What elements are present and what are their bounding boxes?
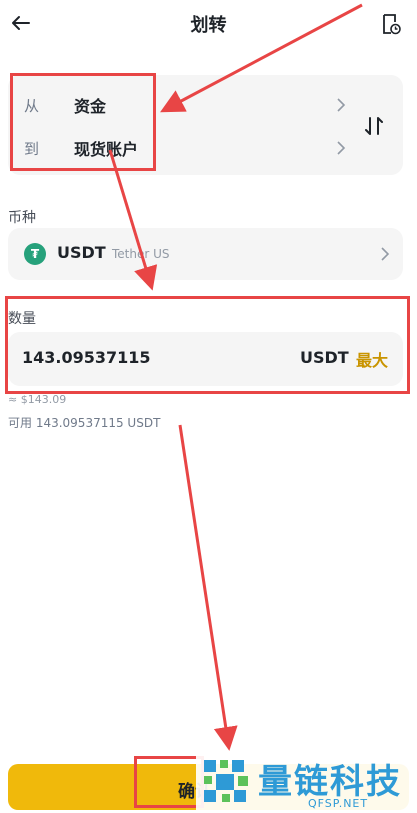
approx-usd-value: ≈ $143.09: [8, 393, 67, 406]
transfer-account-card: 从 资金 到 现货账户: [8, 75, 403, 175]
amount-value: 143.09537115: [22, 348, 151, 367]
chevron-right-icon: [337, 98, 346, 112]
from-account-value: 资金: [74, 97, 107, 116]
swap-arrows-icon[interactable]: [363, 115, 385, 137]
chevron-right-icon: [337, 141, 346, 155]
watermark-logo-icon: [204, 760, 248, 802]
transfer-history-icon[interactable]: [380, 12, 402, 36]
max-button[interactable]: 最大: [356, 347, 388, 371]
available-balance: 可用 143.09537115 USDT: [8, 416, 161, 430]
usdt-coin-icon: ₮: [24, 243, 46, 265]
to-account-value: 现货账户: [74, 140, 139, 159]
watermark-subtext: QFSP.NET: [308, 797, 369, 810]
page-title: 划转: [190, 15, 227, 36]
from-label: 从: [24, 97, 40, 115]
chevron-right-icon: [381, 247, 390, 261]
to-label: 到: [24, 140, 40, 158]
amount-section-label: 数量: [8, 311, 36, 327]
amount-input[interactable]: 143.09537115 USDT 最大: [8, 332, 403, 386]
annotation-arrow: [178, 424, 238, 751]
watermark-text: 量链科技: [258, 762, 402, 802]
top-bar: 划转: [0, 0, 417, 50]
amount-unit: USDT: [300, 348, 349, 367]
coin-section-label: 币种: [8, 210, 36, 226]
coin-full-name: Tether US: [112, 247, 170, 261]
coin-selector[interactable]: ₮ USDT Tether US: [8, 228, 403, 280]
from-account-row[interactable]: 从 资金: [8, 83, 358, 127]
coin-symbol: USDT: [57, 243, 106, 262]
to-account-row[interactable]: 到 现货账户: [8, 126, 358, 170]
